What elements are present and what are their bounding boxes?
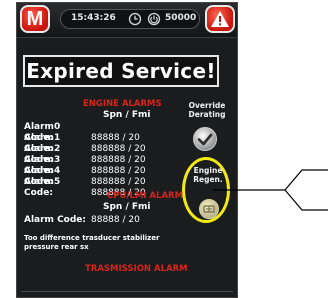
brand-logo: M: [20, 5, 50, 33]
device-screen: M 15:43:26 50000 Expired Service! ENGINE…: [16, 2, 238, 298]
expired-service-banner: Expired Service!: [23, 55, 219, 87]
cpu-lmi-alarm-header: Spn / Fmi: [103, 202, 151, 212]
engine-alarm-row: Alarm1 Code: 888888 / 20: [24, 133, 146, 154]
engine-alarm-row: Alarm4 Code: 888888 / 20: [24, 166, 146, 187]
checkmark-icon: [197, 133, 213, 146]
override-label-line2: Derating: [188, 110, 226, 119]
status-pill: 15:43:26 50000: [60, 9, 200, 29]
alarm-value: 88888 / 20: [91, 215, 140, 225]
engine-regen-button[interactable]: [199, 199, 219, 219]
regen-label-line2: Regen.: [193, 175, 223, 184]
alarm-label: Alarm5 Code:: [24, 177, 61, 198]
engine-alarm-row: Alarm2 Code: 888888 / 20: [24, 144, 146, 165]
override-label-line1: Override: [188, 101, 226, 110]
engine-alarm-row: Alarm5 Code: 888888 / 20: [24, 177, 146, 198]
warning-button[interactable]: [205, 5, 235, 33]
engine-alarm-row: Alarm0 Code: 88888 / 20: [24, 122, 140, 143]
clock-time: 15:43:26: [71, 13, 116, 23]
regen-label-line1: Engine: [193, 166, 223, 175]
engine-alarm-row: Alarm3 Code: 888888 / 20: [24, 155, 146, 176]
alarm-description: Too difference trasducer stabilizer pres…: [24, 234, 160, 251]
clock-icon: [128, 12, 142, 26]
alarm-label: Alarm Code:: [24, 215, 87, 225]
cpu-alarm-row: Alarm Code: 88888 / 20: [24, 215, 140, 226]
cpu-lmi-alarm-title: CPU/LMI ALARM: [107, 191, 184, 201]
engine-alarms-title: ENGINE ALARMS: [83, 99, 162, 109]
transmission-alarm-title: TRASMISSION ALARM: [85, 264, 188, 274]
top-bar: M 15:43:26 50000: [17, 3, 237, 38]
override-derating-label: Override Derating: [187, 101, 227, 119]
power-icon: [147, 12, 161, 26]
bottom-divider: [21, 291, 233, 292]
regen-icon: [203, 205, 215, 213]
override-derating-button[interactable]: [193, 127, 217, 151]
hour-counter: 50000: [165, 13, 197, 23]
engine-alarms-header: Spn / Fmi: [103, 110, 151, 120]
engine-regen-label: Engine Regen.: [188, 166, 228, 184]
warning-triangle-icon: [211, 11, 229, 27]
